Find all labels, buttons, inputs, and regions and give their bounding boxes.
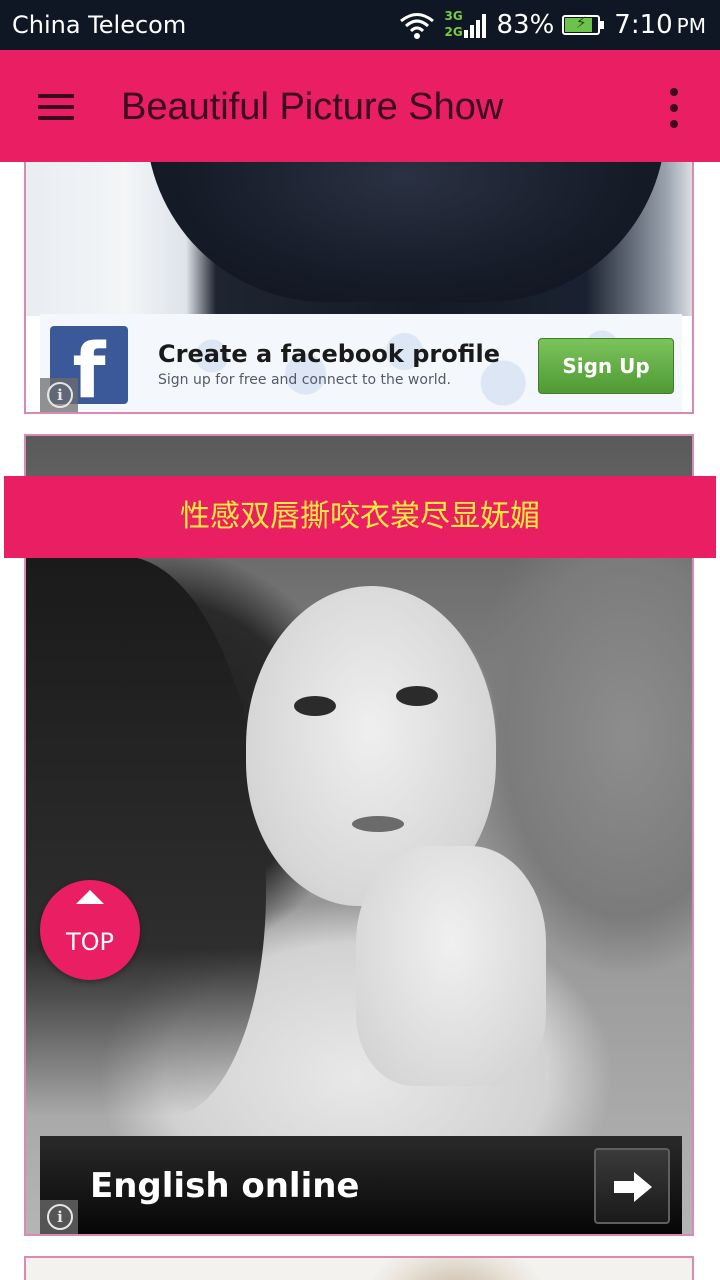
more-vert-icon[interactable] — [664, 86, 684, 130]
picture-card[interactable] — [24, 1256, 694, 1280]
ad-info-icon[interactable] — [40, 378, 78, 412]
app-title: Beautiful Picture Show — [121, 86, 504, 128]
picture-caption-banner[interactable]: 性感双唇撕咬衣裳尽显妩媚 — [4, 476, 716, 558]
app-bar: Beautiful Picture Show — [0, 50, 720, 162]
hamburger-menu-icon[interactable] — [36, 92, 76, 122]
picture-image[interactable] — [26, 1258, 692, 1280]
scroll-to-top-button[interactable]: TOP — [40, 880, 140, 980]
top-button-label: TOP — [65, 928, 115, 956]
ad-info-icon[interactable] — [40, 1200, 78, 1234]
arrow-right-icon — [614, 1172, 654, 1202]
ad-title: Create a facebook profile — [158, 340, 500, 368]
arrow-up-icon — [76, 890, 104, 904]
picture-card[interactable]: f Create a facebook profile Sign up for … — [24, 120, 694, 414]
facebook-ad-banner[interactable]: f Create a facebook profile Sign up for … — [40, 314, 682, 412]
screen: China Telecom 3G 2G 83% ⚡ 7:10 PM f Crea… — [0, 0, 720, 1280]
ad-subtitle: Sign up for free and connect to the worl… — [158, 372, 451, 388]
sign-up-button[interactable]: Sign Up — [538, 338, 674, 394]
english-online-ad-banner[interactable]: English online — [40, 1136, 682, 1234]
ad-open-button[interactable] — [594, 1148, 670, 1224]
ad-title: English online — [90, 1166, 360, 1206]
picture-feed[interactable]: f Create a facebook profile Sign up for … — [0, 0, 720, 1280]
picture-caption: 性感双唇撕咬衣裳尽显妩媚 — [180, 499, 540, 534]
